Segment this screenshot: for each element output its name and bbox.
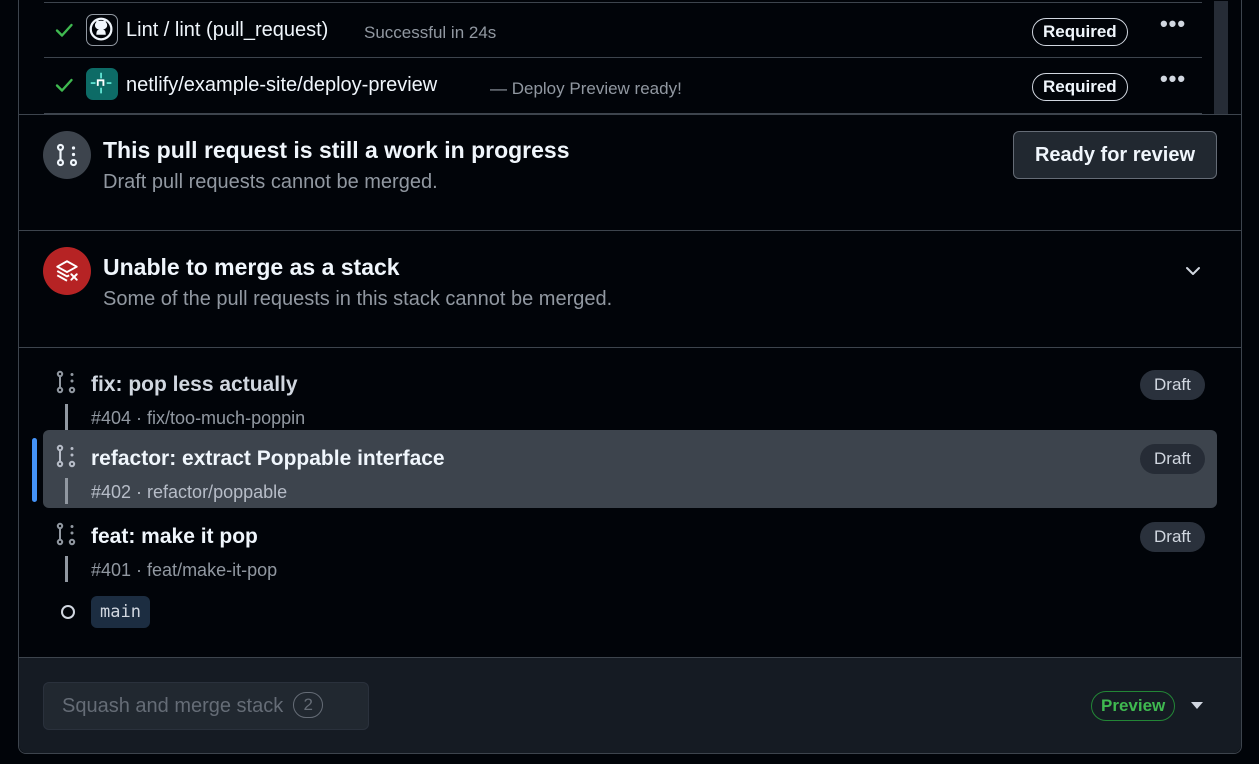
pr-meta: #401 · feat/make-it-pop	[91, 560, 278, 580]
caret-down-icon[interactable]	[1191, 702, 1203, 709]
merge-count-badge: 2	[293, 692, 324, 718]
required-badge: Required	[1032, 73, 1128, 101]
squash-merge-stack-button[interactable]: Squash and merge stack 2	[43, 682, 369, 730]
git-pull-request-draft-icon	[56, 444, 76, 468]
draft-notice: This pull request is still a work in pro…	[19, 114, 1241, 231]
base-branch: main	[91, 596, 150, 628]
draft-badge: Draft	[1140, 522, 1205, 552]
pr-title[interactable]: refactor: extract Poppable interface	[91, 447, 445, 471]
chevron-down-icon[interactable]	[1183, 261, 1203, 281]
check-name[interactable]: netlify/example-site/deploy-preview	[126, 74, 437, 97]
merge-button-label: Squash and merge stack	[62, 695, 284, 717]
stack-merge-notice[interactable]: Unable to merge as a stack Some of the p…	[19, 230, 1241, 348]
ready-for-review-button[interactable]: Ready for review	[1013, 131, 1217, 179]
draft-badge: Draft	[1140, 370, 1205, 400]
merge-box: Lint / lint (pull_request) Successful in…	[18, 0, 1242, 754]
draft-subtitle: Draft pull requests cannot be merged.	[103, 171, 438, 193]
pr-meta: #402 · refactor/poppable	[91, 482, 288, 502]
check-row[interactable]: netlify/example-site/deploy-preview — De…	[44, 58, 1202, 114]
check-row[interactable]: Lint / lint (pull_request) Successful in…	[44, 2, 1202, 58]
kebab-menu-icon[interactable]: •••	[1156, 68, 1190, 96]
active-indicator	[32, 438, 37, 502]
draft-title: This pull request is still a work in pro…	[103, 137, 570, 163]
draft-badge: Draft	[1140, 444, 1205, 474]
required-badge: Required	[1032, 18, 1128, 46]
check-name[interactable]: Lint / lint (pull_request)	[126, 19, 328, 42]
merge-footer: Squash and merge stack 2 Preview	[19, 657, 1241, 753]
pr-title[interactable]: fix: pop less actually	[91, 373, 298, 397]
stack-list: fix: pop less actually #404 · fix/too-mu…	[19, 347, 1241, 658]
base-branch-dot-icon	[61, 605, 75, 619]
stack-merge-subtitle: Some of the pull requests in this stack …	[103, 288, 613, 310]
git-pull-request-draft-icon	[56, 522, 76, 546]
scrollbar[interactable]	[1214, 1, 1228, 114]
git-pull-request-draft-icon	[43, 131, 91, 179]
stack-item[interactable]: feat: make it pop #401 · feat/make-it-po…	[43, 508, 1217, 586]
stack-blocked-icon	[43, 247, 91, 295]
stack-item[interactable]: fix: pop less actually #404 · fix/too-mu…	[43, 356, 1217, 434]
kebab-menu-icon[interactable]: •••	[1156, 13, 1190, 41]
stack-connector	[65, 404, 68, 430]
stack-merge-title: Unable to merge as a stack	[103, 254, 400, 280]
preview-badge: Preview	[1091, 691, 1176, 721]
pr-title[interactable]: feat: make it pop	[91, 525, 258, 549]
checks-list: Lint / lint (pull_request) Successful in…	[19, 0, 1241, 114]
netlify-icon	[86, 68, 118, 100]
pr-meta: #404 · fix/too-much-poppin	[91, 408, 306, 428]
github-icon	[86, 14, 118, 46]
check-status[interactable]: — Deploy Preview ready!	[490, 79, 682, 99]
stack-connector	[65, 556, 68, 582]
check-icon	[55, 23, 73, 37]
stack-item-active[interactable]: refactor: extract Poppable interface #40…	[43, 430, 1217, 508]
git-pull-request-draft-icon	[56, 370, 76, 394]
check-status: Successful in 24s	[364, 23, 497, 42]
check-icon	[55, 78, 73, 92]
stack-connector	[65, 478, 68, 504]
